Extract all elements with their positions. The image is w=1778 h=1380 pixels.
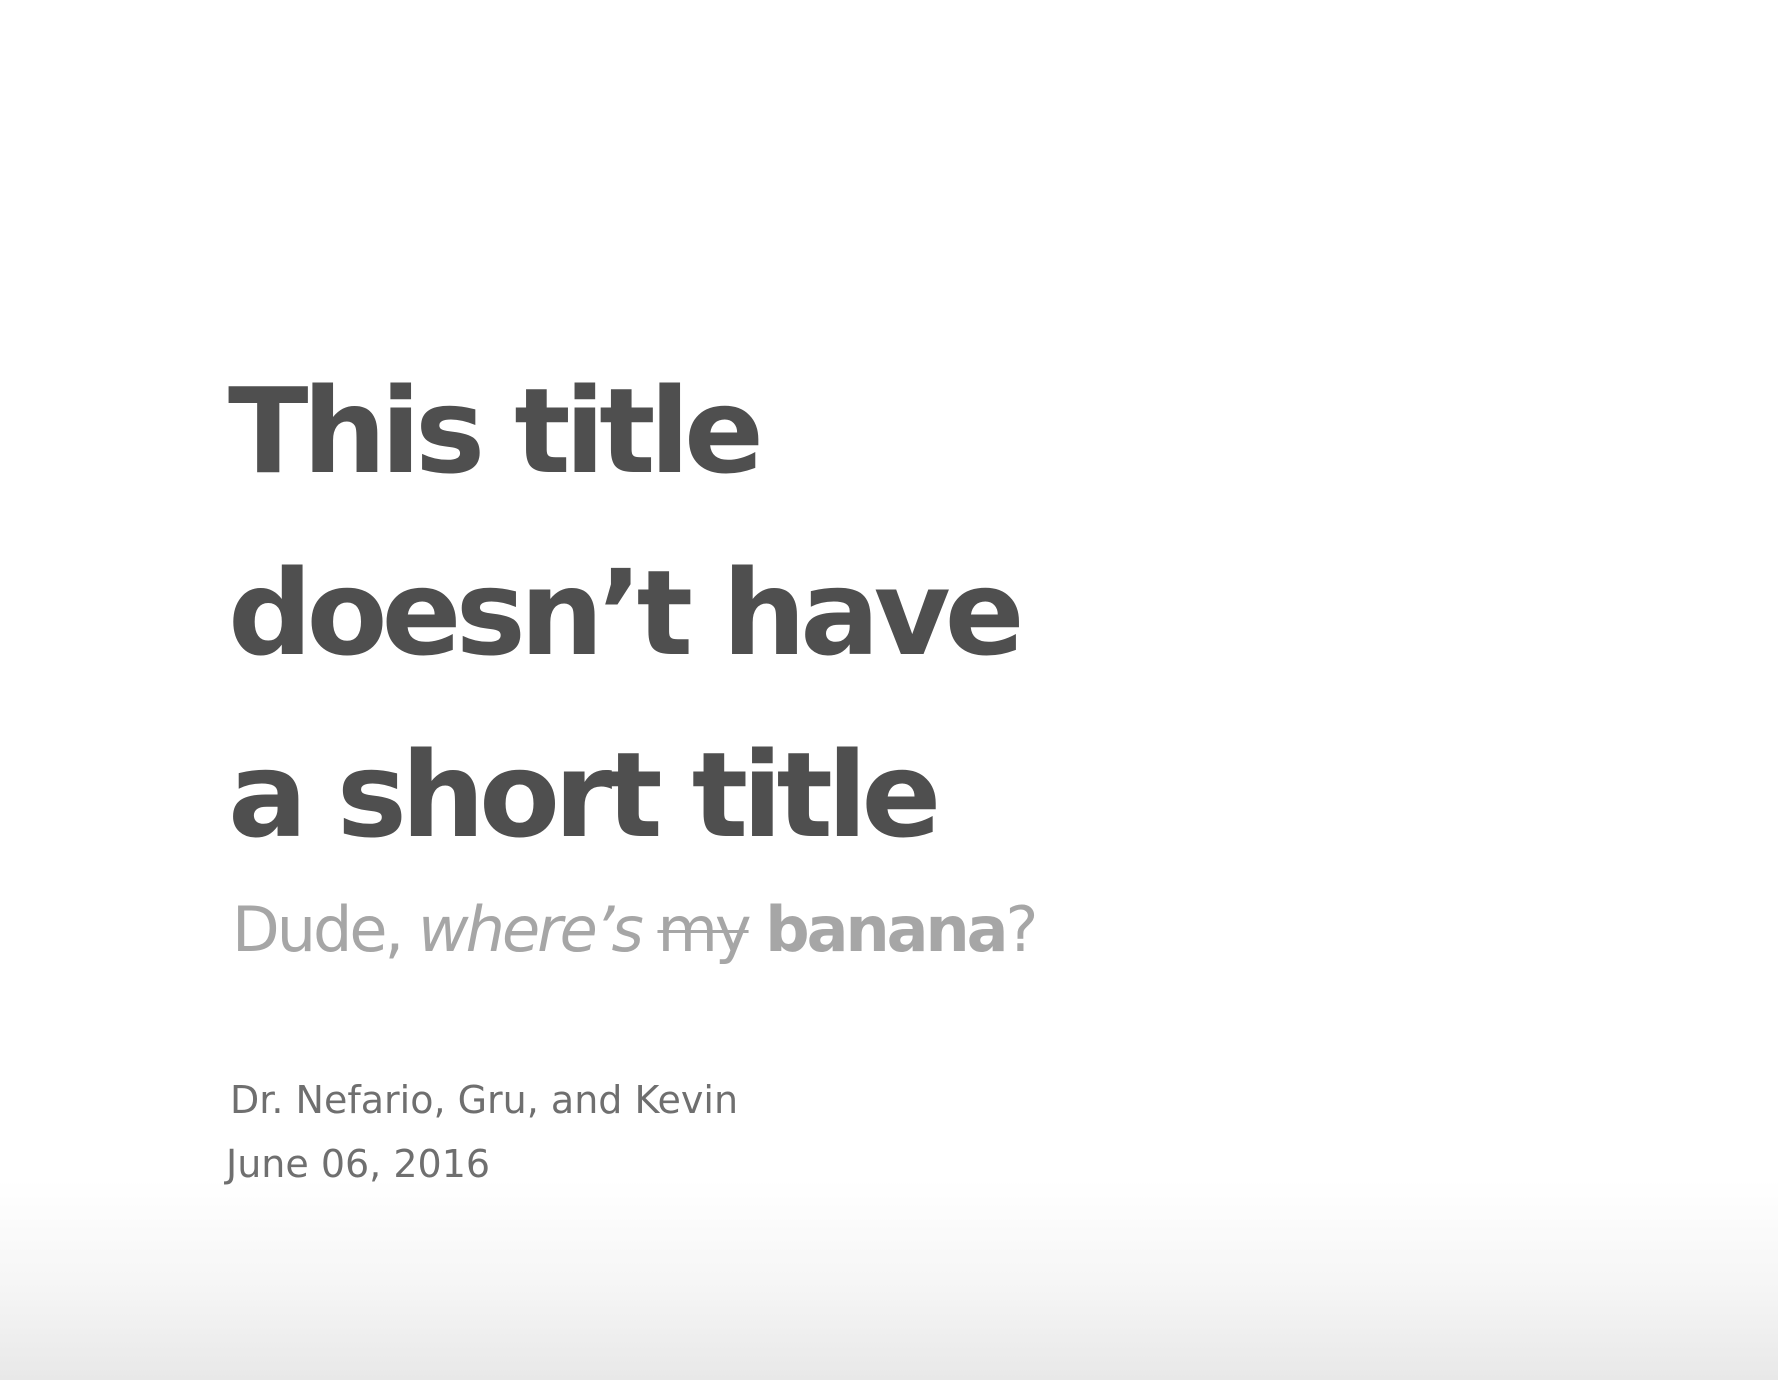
title-line-3: a short title	[228, 726, 941, 864]
slide-author: Dr. Nefario, Gru, and Kevin	[230, 1078, 739, 1122]
subtitle-question-mark: ?	[1005, 893, 1038, 966]
slide-date: June 06, 2016	[226, 1142, 491, 1186]
title-slide: This title doesn’t have a short title Du…	[0, 0, 1778, 1380]
subtitle-plain-text: Dude,	[232, 893, 418, 966]
title-line-1: This title	[228, 362, 764, 500]
subtitle-strikethrough-text: my	[657, 893, 751, 966]
subtitle-bold-text: banana	[765, 893, 1008, 966]
title-line-2: doesn’t have	[228, 544, 1025, 682]
subtitle-space	[749, 893, 766, 966]
slide-title: This title doesn’t have a short title	[228, 340, 1025, 886]
subtitle-space	[641, 893, 658, 966]
slide-subtitle: Dude, where’s my banana?	[232, 888, 1038, 972]
subtitle-italic-text: where’s	[417, 893, 644, 966]
